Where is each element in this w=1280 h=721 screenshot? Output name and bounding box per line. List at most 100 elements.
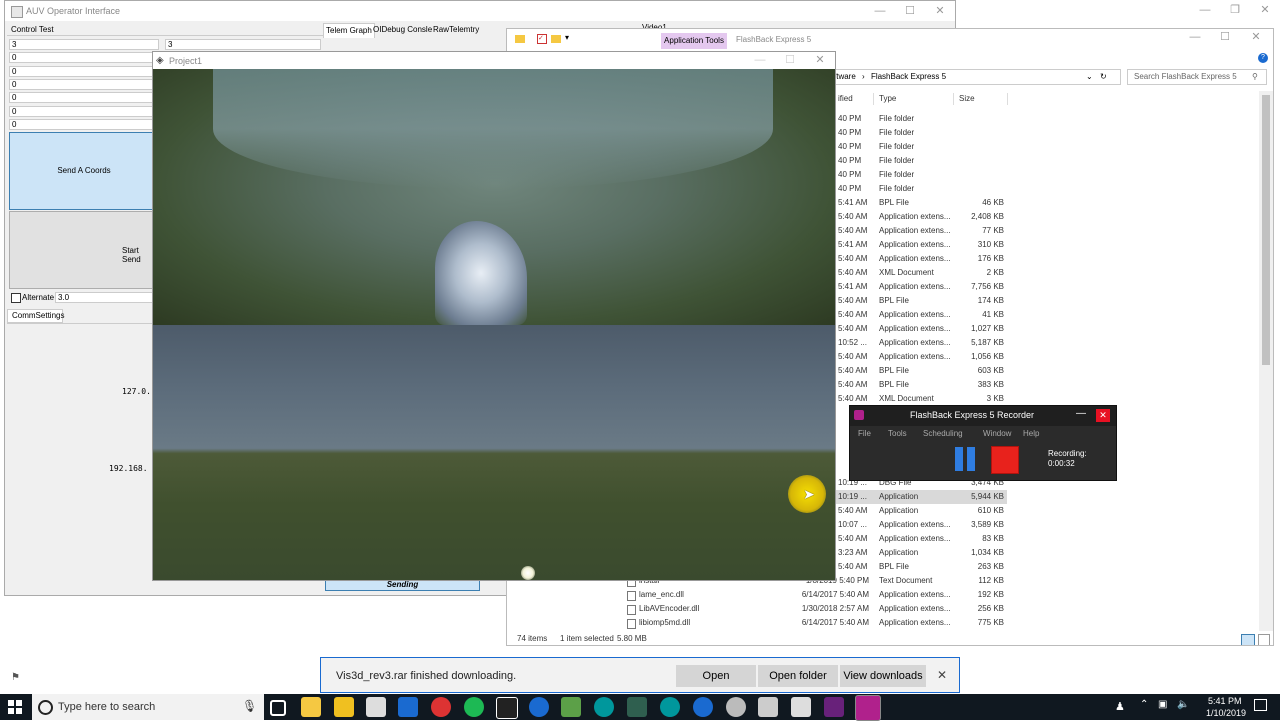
status-size: 5.80 MB bbox=[617, 634, 647, 643]
refresh-icon[interactable]: ↻ bbox=[1100, 70, 1107, 84]
value-field[interactable]: 0 bbox=[9, 118, 159, 130]
col-size[interactable]: Size bbox=[959, 89, 975, 109]
tab-oidebug-consle[interactable]: OIDebug Consle bbox=[371, 23, 434, 37]
edge-icon[interactable] bbox=[529, 697, 549, 717]
file-size: 610 KB bbox=[977, 506, 1004, 515]
col-date-modified[interactable]: ified bbox=[838, 89, 853, 109]
clock-time[interactable]: 5:41 PM bbox=[1208, 696, 1242, 706]
store-icon[interactable] bbox=[334, 697, 354, 717]
menu-window[interactable]: Window bbox=[983, 429, 1011, 438]
start-send-button[interactable]: Start Send bbox=[9, 211, 159, 289]
file-explorer-taskbar-icon[interactable] bbox=[301, 697, 321, 717]
alternate-value-field[interactable]: 3.0 bbox=[55, 292, 155, 303]
breadcrumb-current[interactable]: FlashBack Express 5 bbox=[871, 72, 946, 81]
send-coords-button[interactable]: Send A Coords bbox=[9, 132, 159, 210]
close-icon[interactable]: ✕ bbox=[1250, 0, 1280, 20]
windows-start-icon[interactable] bbox=[8, 700, 22, 714]
tray-expand-icon[interactable]: ⌃ bbox=[1140, 699, 1148, 710]
task-view-icon[interactable] bbox=[270, 700, 286, 716]
clock-date[interactable]: 1/10/2019 bbox=[1206, 708, 1246, 718]
file-row[interactable]: lame_enc.dll 6/14/2017 5:40 AM Application… bbox=[507, 588, 1007, 602]
microphone-icon[interactable]: 🎙 bbox=[242, 699, 257, 713]
scrollbar-thumb[interactable] bbox=[1262, 95, 1270, 365]
file-modified: 5:40 AM bbox=[838, 254, 868, 263]
taskbar-search[interactable]: Type here to search 🎙 bbox=[32, 694, 264, 720]
value-field[interactable]: 0 bbox=[9, 92, 159, 104]
help-icon[interactable]: ? bbox=[1258, 53, 1268, 63]
value-field[interactable]: 0 bbox=[9, 65, 159, 77]
maximize-icon[interactable]: ☐ bbox=[1210, 29, 1240, 47]
address-bar[interactable]: ftware › FlashBack Express 5 ⌄ ↻ bbox=[807, 69, 1121, 85]
tab-telem-graph[interactable]: Telem Graph bbox=[323, 23, 375, 38]
terminal-icon[interactable] bbox=[627, 697, 647, 717]
minimize-icon[interactable]: — bbox=[1180, 29, 1210, 47]
close-icon[interactable]: ✕ bbox=[937, 668, 947, 682]
maximize-icon[interactable]: ☐ bbox=[895, 1, 925, 21]
open-button[interactable]: Open bbox=[676, 665, 756, 687]
minimize-icon[interactable]: — bbox=[1190, 0, 1220, 20]
large-icons-view-icon[interactable] bbox=[1258, 634, 1270, 645]
file-row[interactable]: libiomp5md.dll 6/14/2017 5:40 AM Applicati… bbox=[507, 616, 1007, 630]
col-type[interactable]: Type bbox=[879, 89, 896, 109]
file-row[interactable]: LibAVEncoder.dll 1/30/2018 2:57 AM Applica… bbox=[507, 602, 1007, 616]
application-tools-tab[interactable]: Application Tools bbox=[661, 33, 727, 49]
minimize-icon[interactable]: — bbox=[745, 52, 775, 70]
people-icon[interactable]: ♟ bbox=[1115, 700, 1125, 713]
value-field[interactable]: 3 bbox=[9, 39, 159, 50]
alternate-checkbox[interactable] bbox=[11, 293, 21, 303]
open-folder-button[interactable]: Open folder bbox=[758, 665, 838, 687]
arduino-icon[interactable] bbox=[594, 697, 614, 717]
water-surface bbox=[213, 69, 773, 189]
file-icon bbox=[627, 591, 636, 601]
document-icon[interactable] bbox=[791, 697, 811, 717]
quick-access-dropdown-icon[interactable]: ▾ bbox=[565, 33, 569, 42]
network-icon[interactable]: ▣ bbox=[1158, 699, 1167, 710]
minimize-icon[interactable]: — bbox=[865, 1, 895, 21]
address-dropdown-icon[interactable]: ⌄ bbox=[1086, 70, 1093, 84]
notification-icon[interactable] bbox=[1254, 699, 1267, 711]
file-type: Application extens... bbox=[879, 324, 951, 333]
file-type: Application extens... bbox=[879, 240, 951, 249]
tab-rawtelemtry[interactable]: RawTelemtry bbox=[431, 23, 481, 37]
search-box[interactable]: Search FlashBack Express 5 ⚲ bbox=[1127, 69, 1267, 85]
volume-icon[interactable]: 🔈 bbox=[1177, 699, 1189, 710]
close-icon[interactable]: ✕ bbox=[925, 1, 955, 21]
menu-file[interactable]: File bbox=[858, 429, 871, 438]
value-field[interactable]: 0 bbox=[9, 105, 159, 117]
pause-button[interactable] bbox=[953, 447, 977, 471]
menu-scheduling[interactable]: Scheduling bbox=[923, 429, 963, 438]
vertical-scrollbar[interactable] bbox=[1259, 91, 1273, 631]
minimize-icon[interactable]: — bbox=[1076, 408, 1086, 419]
close-icon[interactable]: ✕ bbox=[1096, 409, 1110, 422]
menu-tools[interactable]: Tools bbox=[888, 429, 907, 438]
status-item-count: 74 items bbox=[517, 634, 548, 643]
arduino-icon[interactable] bbox=[660, 697, 680, 717]
settings-icon[interactable] bbox=[726, 697, 746, 717]
notepad-icon[interactable] bbox=[561, 697, 581, 717]
visual-studio-icon[interactable] bbox=[824, 697, 844, 717]
document-icon[interactable] bbox=[758, 697, 778, 717]
breadcrumb-prefix[interactable]: ftware bbox=[834, 72, 856, 81]
details-view-icon[interactable] bbox=[1241, 634, 1255, 645]
open-label: Open bbox=[702, 670, 730, 682]
app-icon[interactable] bbox=[398, 697, 418, 717]
flashback-taskbar-icon[interactable] bbox=[855, 695, 881, 721]
close-icon[interactable]: ✕ bbox=[805, 52, 835, 70]
chrome-icon[interactable] bbox=[431, 697, 451, 717]
menu-help[interactable]: Help bbox=[1023, 429, 1039, 438]
steam-icon[interactable] bbox=[496, 697, 518, 719]
maximize-icon[interactable]: ☐ bbox=[775, 52, 805, 70]
mail-icon[interactable] bbox=[366, 697, 386, 717]
view-downloads-button[interactable]: View downloads bbox=[840, 665, 926, 687]
restore-icon[interactable]: ❐ bbox=[1220, 0, 1250, 20]
spotify-icon[interactable] bbox=[464, 697, 484, 717]
checkmark-icon[interactable]: ✓ bbox=[537, 34, 547, 44]
close-icon[interactable]: ✕ bbox=[1241, 29, 1271, 47]
value-field[interactable]: 0 bbox=[9, 78, 159, 90]
value-field-right[interactable]: 3 bbox=[165, 39, 321, 50]
tab-control-test[interactable]: Control Test bbox=[11, 25, 54, 34]
stop-record-button[interactable] bbox=[991, 446, 1019, 474]
ie-icon[interactable] bbox=[693, 697, 713, 717]
tab-commsettings[interactable]: CommSettings bbox=[7, 309, 64, 323]
value-field[interactable]: 0 bbox=[9, 52, 159, 64]
